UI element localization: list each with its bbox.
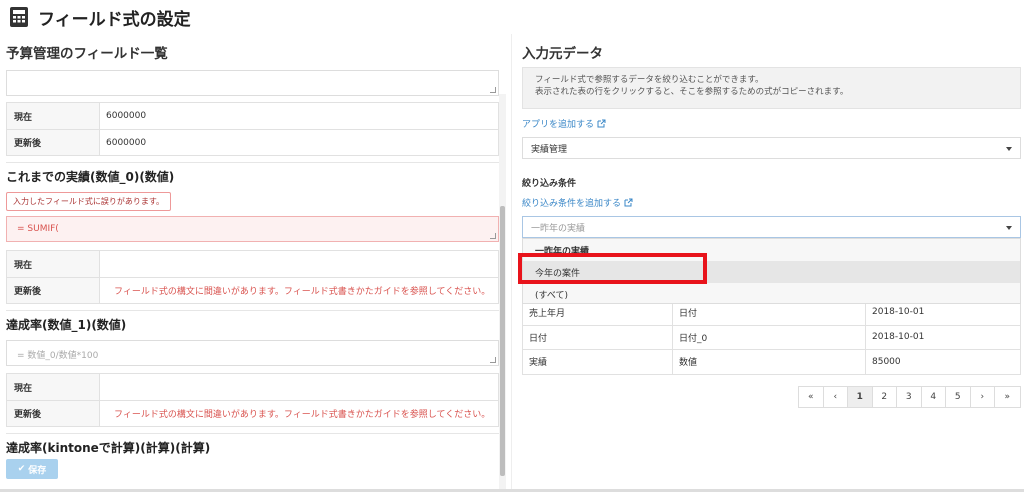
page-prev-button[interactable]: ‹ <box>824 387 848 407</box>
divider <box>6 310 499 311</box>
error-message: フィールド式の構文に間違いがあります。フィールド式書きかたガイドを参照してくださ… <box>114 410 491 420</box>
table-row[interactable]: 実績 数値 85000 <box>523 349 1020 374</box>
page-button-4[interactable]: 4 <box>922 387 946 407</box>
calculator-icon <box>10 7 28 27</box>
source-data-title: 入力元データ <box>522 46 603 62</box>
external-link-icon <box>597 119 606 128</box>
scrollbar-thumb[interactable] <box>500 206 505 476</box>
value-table: 現在 6000000 更新後 6000000 <box>6 102 499 156</box>
check-icon: ✔ <box>17 464 26 474</box>
page-button-3[interactable]: 3 <box>897 387 922 407</box>
info-box: フィールド式で参照するデータを絞り込むことができます。 表示された表の行をクリッ… <box>522 67 1021 109</box>
resize-handle-icon[interactable] <box>490 87 496 93</box>
filter-label: 絞り込み条件 <box>522 179 577 189</box>
table-row: 更新後 フィールド式の構文に間違いがあります。フィールド式書きかたガイドを参照し… <box>7 400 498 426</box>
formula-input[interactable]: = 数値_0/数値*100 <box>6 340 499 366</box>
source-data-table: 売上年月 日付 2018-10-01 日付 日付_0 2018-10-01 実績… <box>522 299 1021 375</box>
chevron-down-icon <box>1006 226 1012 230</box>
table-row: 現在 <box>7 251 498 277</box>
value-table: 現在 更新後 フィールド式の構文に間違いがあります。フィールド式書きかたガイドを… <box>6 250 499 304</box>
page-next-button[interactable]: › <box>971 387 995 407</box>
save-button[interactable]: ✔ 保存 <box>6 459 58 479</box>
pagination: « ‹ 1 2 3 4 5 › » <box>798 386 1021 408</box>
divider <box>6 162 499 163</box>
page-button-5[interactable]: 5 <box>946 387 971 407</box>
add-app-link[interactable]: アプリを追加する <box>522 117 606 130</box>
app-select[interactable]: 実績管理 <box>522 137 1021 159</box>
source-data-panel: 入力元データ フィールド式で参照するデータを絞り込むことができます。 表示された… <box>512 34 1024 492</box>
error-badge: 入力したフィールド式に誤りがあります。 <box>6 192 172 211</box>
external-link-icon <box>624 198 633 207</box>
filter-select[interactable]: 一昨年の実績 <box>522 216 1021 238</box>
page-last-button[interactable]: » <box>995 387 1020 407</box>
field-list-panel: 予算管理のフィールド一覧 現在 6000000 更新後 6000000 これまで… <box>0 34 510 492</box>
table-row[interactable]: 日付 日付_0 2018-10-01 <box>523 324 1020 349</box>
page-button-2[interactable]: 2 <box>873 387 897 407</box>
resize-handle-icon[interactable] <box>490 233 496 239</box>
dropdown-option[interactable]: (すべて) <box>523 283 1020 305</box>
highlight-box <box>518 253 707 284</box>
table-row: 更新後 フィールド式の構文に間違いがあります。フィールド式書きかたガイドを参照し… <box>7 277 498 303</box>
field-title: 達成率(kintoneで計算)(計算)(計算) <box>6 441 211 455</box>
page-title: フィールド式の設定 <box>38 9 191 30</box>
table-row: 現在 <box>7 374 498 400</box>
field-title: 達成率(数値_1)(数値) <box>6 318 127 332</box>
add-filter-link[interactable]: 絞り込み条件を追加する <box>522 196 633 209</box>
formula-input[interactable] <box>6 70 499 96</box>
table-row: 現在 6000000 <box>7 103 498 129</box>
page-header: フィールド式の設定 <box>0 0 1024 34</box>
error-message: フィールド式の構文に間違いがあります。フィールド式書きかたガイドを参照してくださ… <box>114 287 491 297</box>
page-button-1[interactable]: 1 <box>848 387 873 407</box>
divider <box>6 433 499 434</box>
field-list-title: 予算管理のフィールド一覧 <box>6 46 168 62</box>
field-title: これまでの実績(数値_0)(数値) <box>6 170 175 184</box>
page-first-button[interactable]: « <box>799 387 824 407</box>
value-table: 現在 更新後 フィールド式の構文に間違いがあります。フィールド式書きかたガイドを… <box>6 373 499 427</box>
formula-input[interactable]: = SUMIF( <box>6 216 499 242</box>
table-row: 更新後 6000000 <box>7 129 498 155</box>
chevron-down-icon <box>1006 147 1012 151</box>
resize-handle-icon[interactable] <box>490 357 496 363</box>
